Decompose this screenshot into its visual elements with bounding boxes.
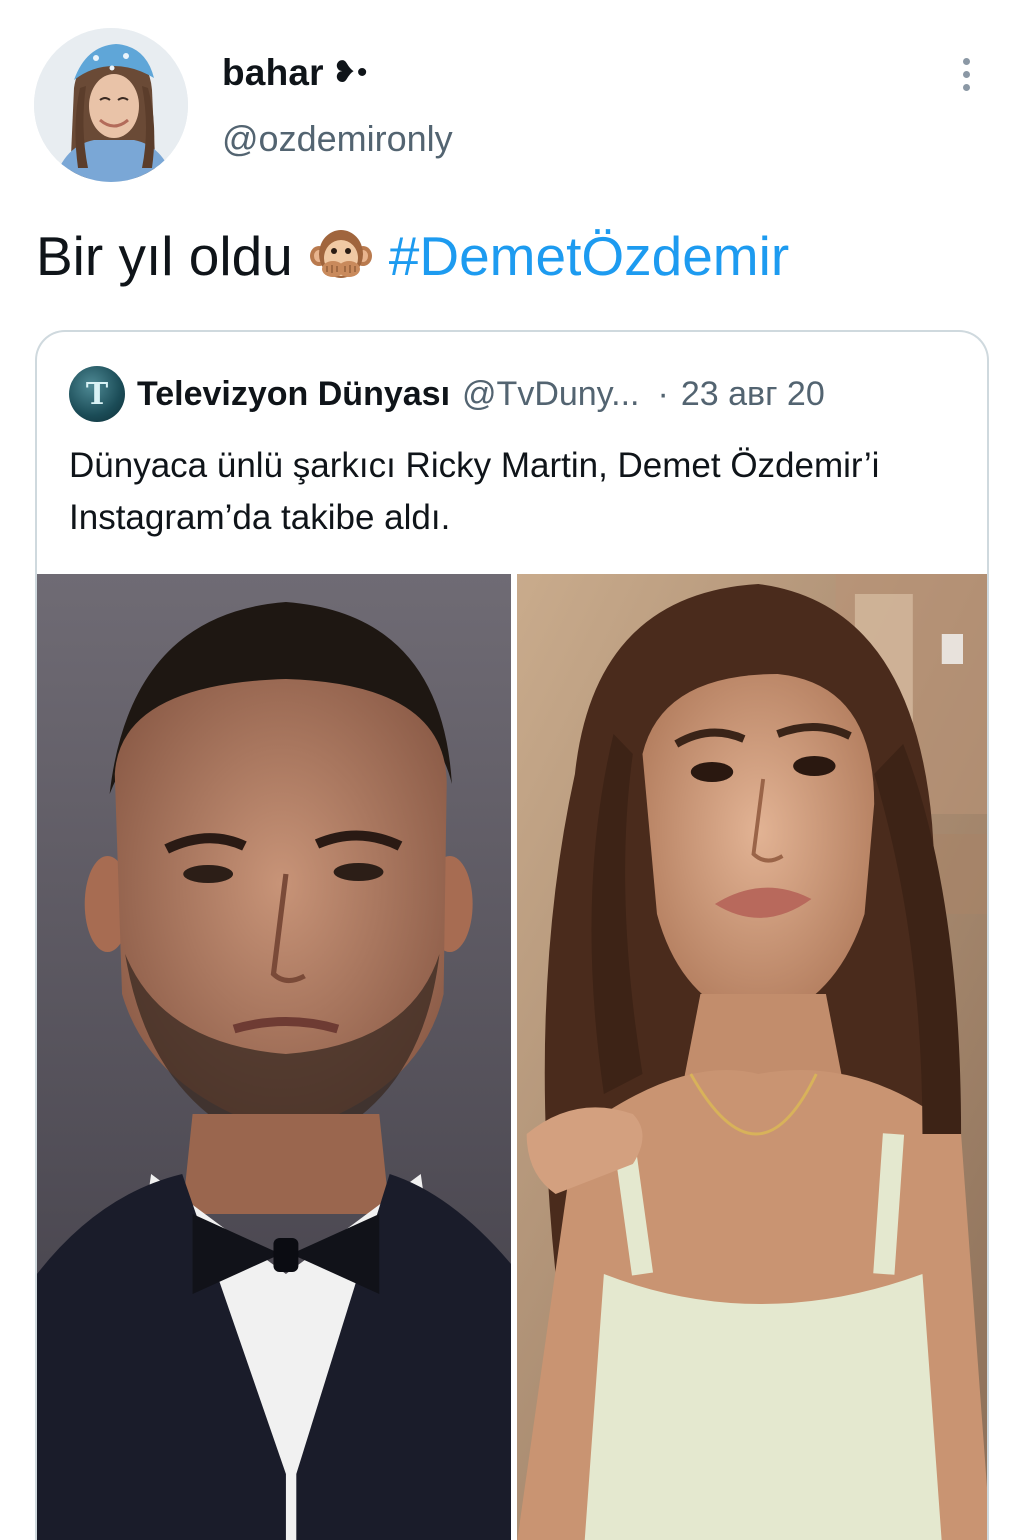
separator-dot: ·	[657, 374, 669, 413]
hashtag-link[interactable]: #DemetÖzdemir	[389, 222, 789, 290]
tweet: bahar ❥• @ozdemironly Bir yıl oldu #Deme…	[0, 0, 1024, 1540]
quoted-author-name[interactable]: Televizyon Dünyası	[137, 375, 450, 414]
more-options-icon[interactable]	[946, 54, 986, 94]
quoted-tweet-text: Dünyaca ünlü şarkıcı Ricky Martin, Demet…	[69, 446, 880, 537]
quoted-tweet-media	[37, 574, 987, 1540]
man-in-tuxedo-photo[interactable]	[37, 574, 511, 1540]
author-name-row[interactable]: bahar ❥•	[222, 50, 367, 96]
quoted-author-avatar[interactable]: T	[69, 366, 125, 422]
author-handle[interactable]: @ozdemironly	[222, 118, 453, 160]
woman-portrait-photo[interactable]	[517, 574, 987, 1540]
author-avatar[interactable]	[34, 28, 188, 182]
quoted-tweet-card[interactable]: T Televizyon Dünyası @TvDuny... · 23 авг…	[35, 330, 989, 1540]
tweet-body-text: Bir yıl oldu	[36, 225, 293, 287]
quoted-tweet-header: T Televizyon Dünyası @TvDuny... · 23 авг…	[69, 366, 825, 422]
quoted-author-handle[interactable]: @TvDuny...	[462, 375, 639, 414]
display-name[interactable]: bahar	[222, 52, 324, 94]
name-emoji: ❥•	[331, 56, 368, 89]
tweet-text: Bir yıl oldu #DemetÖzdemir	[36, 222, 789, 290]
speak-no-evil-monkey-icon	[307, 222, 375, 290]
quoted-tweet-date[interactable]: 23 авг 20	[681, 375, 825, 414]
